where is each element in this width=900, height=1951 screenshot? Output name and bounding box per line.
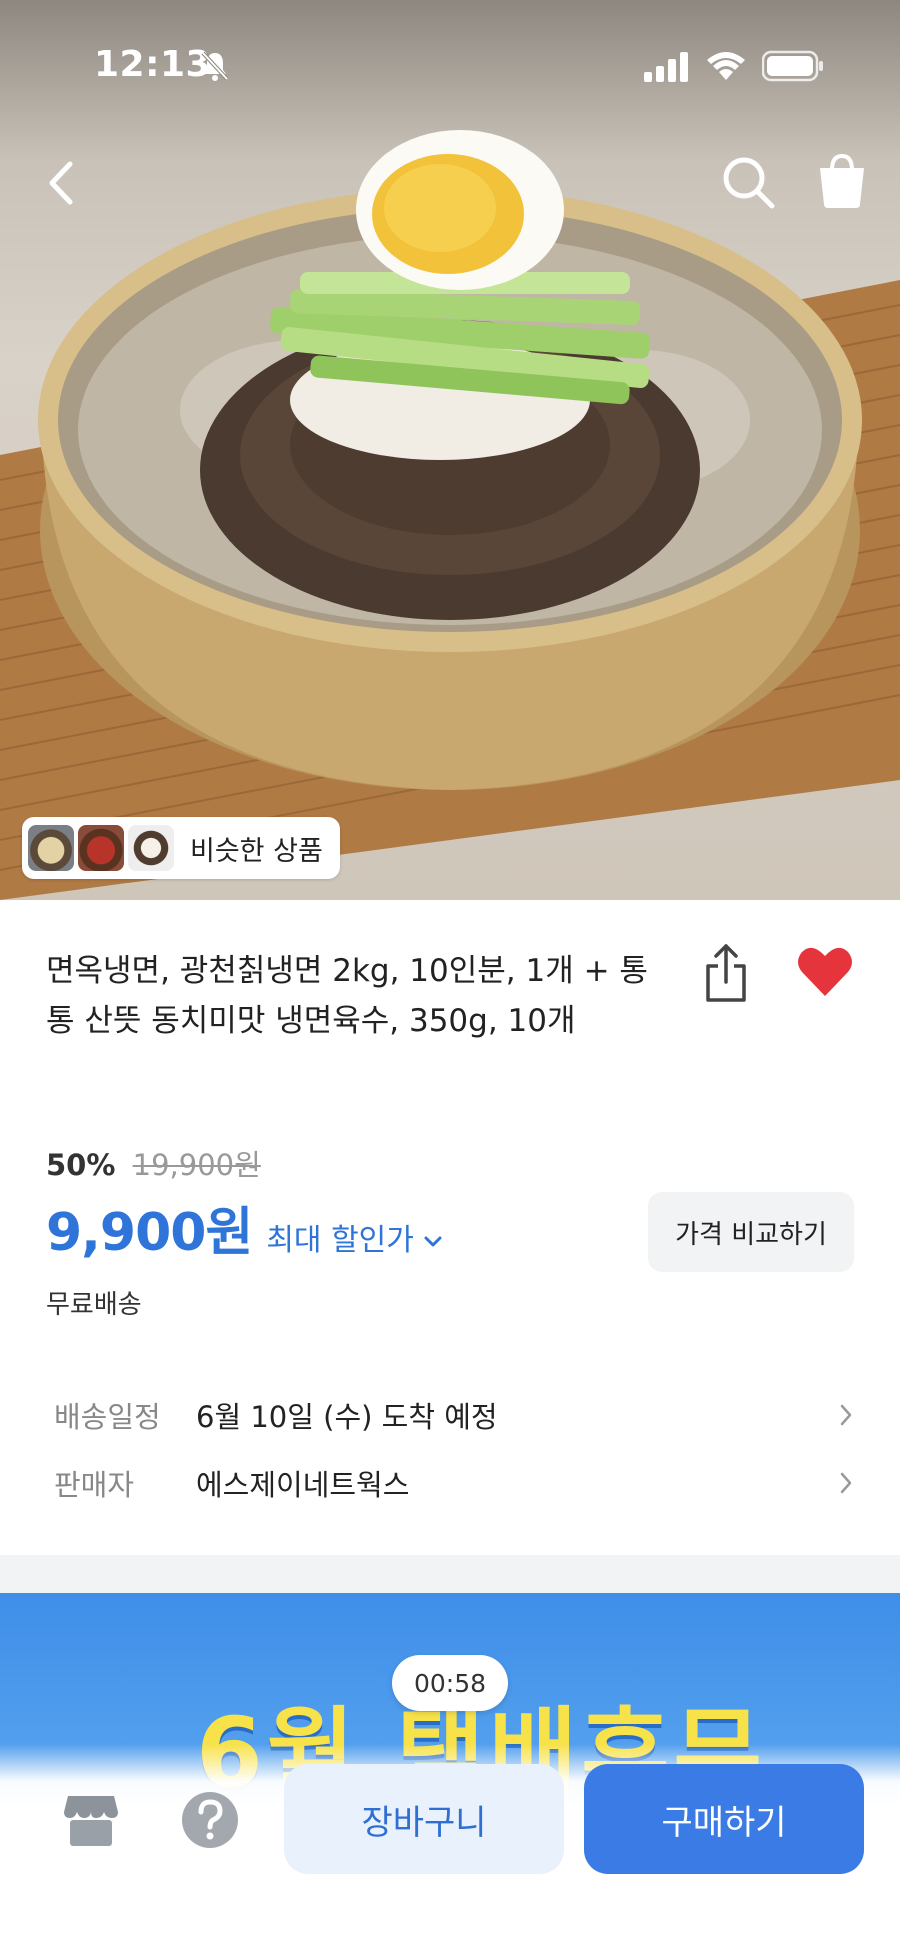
- chevron-right-icon: [840, 1404, 852, 1426]
- shopping-bag-icon[interactable]: [814, 150, 870, 210]
- product-info: 면옥냉면, 광천칡냉면 2kg, 10인분, 1개 + 통통 산뜻 동치미맛 냉…: [0, 900, 900, 1555]
- shipping-badge: 무료배송: [46, 1290, 142, 1320]
- original-price: 19,900원: [132, 1148, 261, 1182]
- discount-rate: 50%: [46, 1148, 116, 1182]
- bell-slash-icon: [201, 51, 229, 81]
- similar-products-label: 비슷한 상품: [190, 835, 323, 867]
- compare-price-button[interactable]: 가격 비교하기: [648, 1192, 854, 1272]
- help-icon[interactable]: [180, 1790, 240, 1850]
- sale-price: 9,900원: [46, 1203, 253, 1263]
- section-divider: [0, 1555, 900, 1593]
- chevron-down-icon[interactable]: [422, 1234, 444, 1250]
- max-discount-toggle[interactable]: 최대 할인가: [266, 1215, 414, 1259]
- buy-now-button[interactable]: 구매하기: [584, 1764, 864, 1874]
- similar-products-chip[interactable]: 비슷한 상품: [22, 817, 340, 879]
- share-icon[interactable]: [700, 940, 752, 1006]
- heart-icon[interactable]: [796, 944, 854, 998]
- delivery-label: 배송일정: [54, 1400, 161, 1434]
- video-timer-badge: 00:58: [392, 1655, 508, 1711]
- product-hero-image[interactable]: 12:13 비슷한 상품: [0, 0, 900, 900]
- search-icon[interactable]: [720, 154, 776, 210]
- wifi-icon: [707, 52, 745, 80]
- seller-value: 에스제이네트웍스: [196, 1468, 410, 1502]
- signal-icon: [644, 52, 688, 82]
- similar-thumb-1: [28, 825, 74, 871]
- delivery-schedule-row[interactable]: 배송일정 6월 10일 (수) 도착 예정: [54, 1390, 854, 1440]
- delivery-value: 6월 10일 (수) 도착 예정: [196, 1400, 498, 1434]
- similar-thumb-3: [128, 825, 174, 871]
- status-bar: 12:13: [0, 0, 900, 120]
- store-icon[interactable]: [62, 1792, 120, 1848]
- seller-label: 판매자: [54, 1468, 135, 1502]
- discount-row: 50% 19,900원: [46, 1142, 261, 1184]
- add-to-cart-button[interactable]: 장바구니: [284, 1764, 564, 1874]
- chevron-right-icon: [840, 1472, 852, 1494]
- back-icon[interactable]: [38, 150, 88, 216]
- similar-thumb-2: [78, 825, 124, 871]
- naengmyeon-photo: [0, 130, 900, 900]
- battery-icon: [762, 50, 823, 82]
- product-title: 면옥냉면, 광천칡냉면 2kg, 10인분, 1개 + 통통 산뜻 동치미맛 냉…: [46, 953, 648, 1039]
- seller-row[interactable]: 판매자 에스제이네트웍스: [54, 1458, 854, 1508]
- price-row: 9,900원 최대 할인가: [46, 1190, 444, 1265]
- status-time: 12:13: [94, 44, 212, 85]
